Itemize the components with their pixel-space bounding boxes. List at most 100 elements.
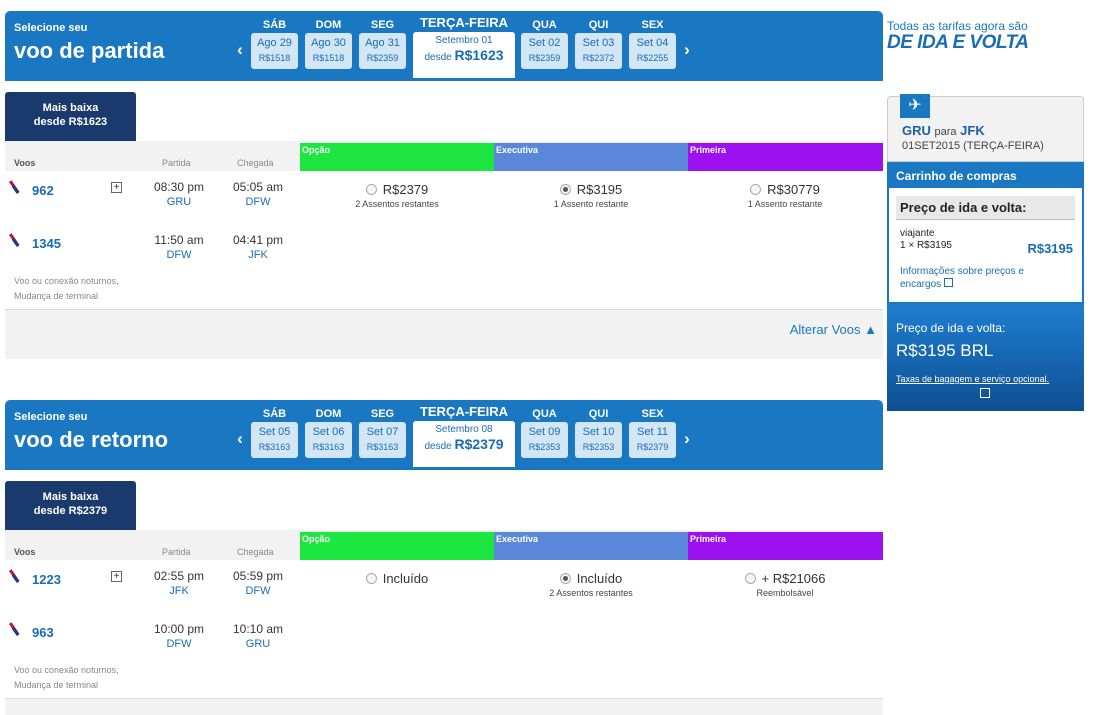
day-date: Set 04 <box>636 37 669 49</box>
outbound-date-fri[interactable]: SEX Set 04 R$2255 <box>629 18 676 69</box>
dep-airport: GRU <box>166 196 192 208</box>
fare-option-business[interactable]: Incluído 2 Assentos restantes <box>494 571 688 598</box>
outbound-date-sat[interactable]: SÁB Ago 29 R$1518 <box>251 18 298 69</box>
seats-left: 2 Assentos restantes <box>549 588 633 598</box>
fare-price: + R$21066 <box>761 571 826 586</box>
fare-option-first[interactable]: + R$21066 Reembolsável <box>688 571 882 598</box>
return-date-fri[interactable]: SEX Set 11 R$2379 <box>629 407 676 458</box>
external-link-icon <box>943 278 953 287</box>
arr-airport: GRU <box>245 638 271 650</box>
day-price: R$2255 <box>636 53 669 63</box>
route-from: GRU <box>902 123 931 138</box>
lowest-price: desde R$1623 <box>33 116 108 128</box>
airline-logo-icon <box>9 180 23 196</box>
return-date-mon[interactable]: SEG Set 07 R$3163 <box>359 407 406 458</box>
airplane-icon: ✈ <box>900 94 930 118</box>
day-name: SEG <box>370 19 395 31</box>
radio-button[interactable] <box>744 573 756 584</box>
col-arrival: Chegada <box>237 158 274 168</box>
return-title: voo de retorno <box>14 427 169 452</box>
outbound-date-mon[interactable]: SEG Ago 31 R$2359 <box>359 18 406 69</box>
fare-price: Incluído <box>382 571 429 586</box>
day-price: R$3163 <box>366 442 399 452</box>
outbound-date-wed[interactable]: QUA Set 02 R$2359 <box>521 18 568 69</box>
price-prefix: desde <box>424 52 452 63</box>
fare-option-business[interactable]: R$3195 1 Assento restante <box>494 182 688 209</box>
fare-option-economy[interactable]: Incluído <box>300 571 494 588</box>
return-date-sat[interactable]: SÁB Set 05 R$3163 <box>251 407 298 458</box>
radio-button[interactable] <box>559 184 571 195</box>
arr-time: 10:10 am <box>232 622 284 636</box>
day-name: QUI <box>588 408 609 420</box>
trip-summary: ✈ GRU para JFK 01SET2015 (TERÇA-FEIRA) <box>887 94 1084 162</box>
col-departure: Partida <box>162 158 191 168</box>
day-date: Set 09 <box>528 426 561 438</box>
change-flights-link[interactable]: Alterar Voos ▲ <box>790 322 877 337</box>
day-date: Set 05 <box>258 426 291 438</box>
return-date-selected[interactable]: TERÇA-FEIRA Setembro 08 desde R$2379 <box>413 404 515 467</box>
day-name: QUA <box>532 19 557 31</box>
day-date: Set 03 <box>582 37 615 49</box>
dep-time: 02:55 pm <box>153 569 205 583</box>
route: GRU para JFK <box>902 123 985 138</box>
day-name: SÁB <box>262 408 287 420</box>
outbound-date-sun[interactable]: DOM Ago 30 R$1518 <box>305 18 352 69</box>
day-price: R$2372 <box>582 53 615 63</box>
day-name: TERÇA-FEIRA <box>419 15 509 30</box>
col-arrival: Chegada <box>237 547 274 557</box>
next-dates-arrow[interactable]: › <box>680 429 694 449</box>
radio-button[interactable] <box>559 573 571 584</box>
overnight-note: Voo ou conexão noturnos, <box>14 665 119 675</box>
day-date: Ago 29 <box>257 37 292 49</box>
day-name: SÁB <box>262 19 287 31</box>
cabin-business: Executiva <box>494 143 688 171</box>
shopping-cart: Carrinho de compras Preço de ida e volta… <box>887 162 1084 304</box>
dep-airport: DFW <box>166 249 192 261</box>
expand-details-icon[interactable]: + <box>111 182 122 193</box>
divider <box>5 309 883 310</box>
seats-left: 1 Assento restante <box>747 199 823 209</box>
return-date-wed[interactable]: QUA Set 09 R$2353 <box>521 407 568 458</box>
next-dates-arrow[interactable]: › <box>680 40 694 60</box>
flight-number[interactable]: 1345 <box>32 236 61 251</box>
fare-option-economy[interactable]: R$2379 2 Assentos restantes <box>300 182 494 209</box>
return-subtitle: Selecione seu <box>14 411 88 423</box>
radio-button[interactable] <box>750 184 762 195</box>
dep-time: 11:50 am <box>154 233 204 247</box>
lowest-label: Mais baixa <box>42 102 99 114</box>
flight-number[interactable]: 963 <box>32 625 54 640</box>
baggage-fees-link[interactable]: Taxas de bagagem e serviço opcional. <box>896 374 1082 384</box>
expand-details-icon[interactable]: + <box>111 571 122 582</box>
overnight-note: Voo ou conexão noturnos, <box>14 276 119 286</box>
flight-number[interactable]: 1223 <box>32 572 61 587</box>
return-date-sun[interactable]: DOM Set 06 R$3163 <box>305 407 352 458</box>
arr-airport: JFK <box>248 249 268 261</box>
prev-dates-arrow[interactable]: ‹ <box>233 429 247 449</box>
outbound-date-selected[interactable]: TERÇA-FEIRA Setembro 01 desde R$1623 <box>413 15 515 78</box>
banner-line2: DE IDA E VOLTA <box>887 32 1029 53</box>
divider <box>5 698 883 699</box>
day-price: R$3163 <box>258 442 291 452</box>
lowest-fare-tab[interactable]: Mais baixa desde R$1623 <box>5 92 136 142</box>
cabin-first: Primeira <box>688 143 883 171</box>
fare-info-link[interactable]: Informações sobre preços e encargos <box>900 265 1050 291</box>
fare-option-first[interactable]: R$30779 1 Assento restante <box>688 182 882 209</box>
return-date-thu[interactable]: QUI Set 10 R$2353 <box>575 407 622 458</box>
arr-time: 04:41 pm <box>232 233 284 247</box>
arr-time: 05:59 pm <box>232 569 284 583</box>
cabin-first: Primeira <box>688 532 883 560</box>
outbound-header: Selecione seu voo de partida ‹ SÁB Ago 29… <box>5 11 883 81</box>
day-price: R$1518 <box>312 53 345 63</box>
flight-number[interactable]: 962 <box>32 183 54 198</box>
traveler-qty: 1 × R$3195 <box>900 240 952 251</box>
day-date: Set 10 <box>582 426 615 438</box>
day-price: R$2359 <box>366 53 399 63</box>
day-name: QUI <box>588 19 609 31</box>
lowest-fare-tab[interactable]: Mais baixa desde R$2379 <box>5 481 136 531</box>
prev-dates-arrow[interactable]: ‹ <box>233 40 247 60</box>
radio-button[interactable] <box>365 184 377 195</box>
radio-button[interactable] <box>365 573 377 584</box>
outbound-date-thu[interactable]: QUI Set 03 R$2372 <box>575 18 622 69</box>
outbound-section: Selecione seu voo de partida ‹ SÁB Ago 29… <box>5 11 883 359</box>
day-name: SEX <box>641 19 664 31</box>
